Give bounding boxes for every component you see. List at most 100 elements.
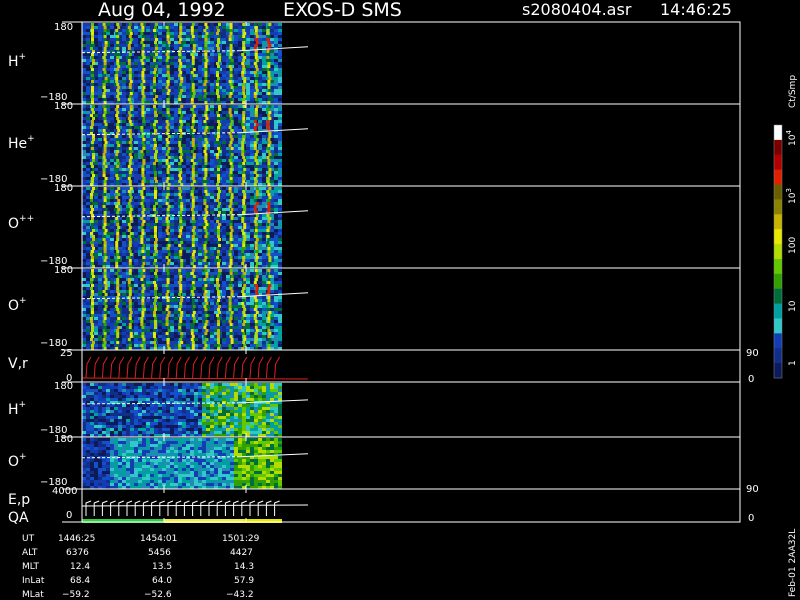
heatmap-cell <box>186 159 190 162</box>
heatmap-cell <box>86 47 90 50</box>
heatmap-cell <box>110 232 114 235</box>
heatmap-cell <box>246 159 250 162</box>
heatmap-stripe-cell <box>243 32 247 35</box>
heatmap-cell <box>82 47 86 50</box>
heatmap-cell <box>214 208 218 211</box>
heatmap-cell <box>134 68 138 71</box>
heatmap-cell <box>198 193 202 196</box>
heatmap-stripe-cell <box>242 47 246 50</box>
heatmap-cell <box>86 83 90 86</box>
heatmap-cell <box>262 62 266 65</box>
heatmap-cell <box>210 162 214 165</box>
heatmap-cell <box>258 23 262 26</box>
heatmap-cell <box>234 108 238 111</box>
heatmap-cell <box>86 244 90 247</box>
heatmap-cell <box>274 214 278 217</box>
heatmap-stripe-cell <box>154 32 157 35</box>
heatmap-cell <box>170 53 174 56</box>
heatmap-cell <box>198 174 202 177</box>
heatmap-cell <box>274 141 278 144</box>
heatmap-cell <box>86 26 90 29</box>
heatmap-cell <box>162 80 166 83</box>
heatmap-stripe-cell <box>255 74 259 77</box>
heatmap-cell <box>226 238 230 241</box>
heatmap-cell <box>198 71 202 74</box>
heatmap-cell <box>98 120 102 123</box>
heatmap-cell <box>82 68 86 71</box>
heatmap-cell <box>94 220 98 223</box>
heatmap-cell <box>258 199 262 202</box>
heatmap-cell <box>98 111 102 114</box>
heatmap-stripe-cell <box>115 153 119 156</box>
heatmap-cell <box>214 53 218 56</box>
heatmap-stripe-cell <box>102 129 106 132</box>
heatmap-cell <box>122 29 126 32</box>
heatmap-cell <box>234 114 238 117</box>
heatmap-cell <box>278 187 282 190</box>
heatmap-cell <box>98 180 102 183</box>
heatmap-cell <box>238 80 242 83</box>
heatmap-cell <box>250 92 254 95</box>
heatmap-cell <box>198 153 202 156</box>
heatmap-stripe-cell <box>191 141 195 144</box>
heatmap-stripe-cell <box>180 153 184 156</box>
heatmap-cell <box>134 229 138 232</box>
heatmap-stripe-cell <box>242 59 246 62</box>
heatmap-cell <box>270 50 274 53</box>
heatmap-cell <box>222 141 226 144</box>
heatmap-cell <box>278 262 282 265</box>
heatmap-cell <box>146 114 150 117</box>
heatmap-cell <box>110 217 114 220</box>
heatmap-cell <box>170 229 174 232</box>
heatmap-stripe-cell <box>204 147 208 150</box>
heatmap-cell <box>278 41 282 44</box>
heatmap-cell <box>98 89 102 92</box>
heatmap-cell <box>138 208 142 211</box>
heatmap-cell <box>94 211 98 214</box>
heatmap-stripe-cell <box>103 111 107 114</box>
heatmap-stripe-cell <box>153 71 156 74</box>
heatmap-cell <box>174 59 178 62</box>
heatmap-cell <box>250 29 254 32</box>
heatmap-cell <box>234 229 238 232</box>
heatmap-cell <box>258 56 262 59</box>
heatmap-cell <box>278 223 282 226</box>
heatmap-stripe-cell <box>228 38 232 41</box>
heatmap-cell <box>158 35 162 38</box>
heatmap-cell <box>234 162 238 165</box>
heatmap-cell <box>278 138 282 141</box>
heatmap-cell <box>174 159 178 162</box>
heatmap-cell <box>146 150 150 153</box>
heatmap-cell <box>118 114 122 117</box>
heatmap-stripe-cell <box>217 120 220 123</box>
heatmap-cell <box>234 80 238 83</box>
heatmap-stripe-cell <box>230 86 234 89</box>
heatmap-cell <box>226 41 230 44</box>
heatmap-cell <box>278 117 282 120</box>
heatmap-cell <box>162 71 166 74</box>
heatmap-cell <box>274 89 278 92</box>
heatmap-cell <box>278 77 282 80</box>
heatmap-cell <box>246 244 250 247</box>
heatmap-cell <box>94 89 98 92</box>
heatmap-cell <box>146 190 150 193</box>
heatmap-cell <box>258 247 262 250</box>
heatmap-cell <box>234 168 238 171</box>
heatmap-cell <box>238 168 242 171</box>
heatmap-stripe-cell <box>217 135 220 138</box>
heatmap-cell <box>226 156 230 159</box>
heatmap-cell <box>98 150 102 153</box>
heatmap-cell <box>150 68 154 71</box>
heatmap-stripe-cell <box>242 29 246 32</box>
heatmap-cell <box>210 68 214 71</box>
heatmap-cell <box>94 253 98 256</box>
heatmap-stripe-cell <box>103 144 107 147</box>
heatmap-stripe-cell <box>218 144 221 147</box>
heatmap-stripe-cell <box>127 26 131 29</box>
heatmap-cell <box>278 111 282 114</box>
heatmap-cell <box>162 86 166 89</box>
heatmap-cell <box>134 232 138 235</box>
heatmap-cell <box>134 193 138 196</box>
heatmap-cell <box>146 153 150 156</box>
heatmap-stripe-cell <box>180 89 184 92</box>
